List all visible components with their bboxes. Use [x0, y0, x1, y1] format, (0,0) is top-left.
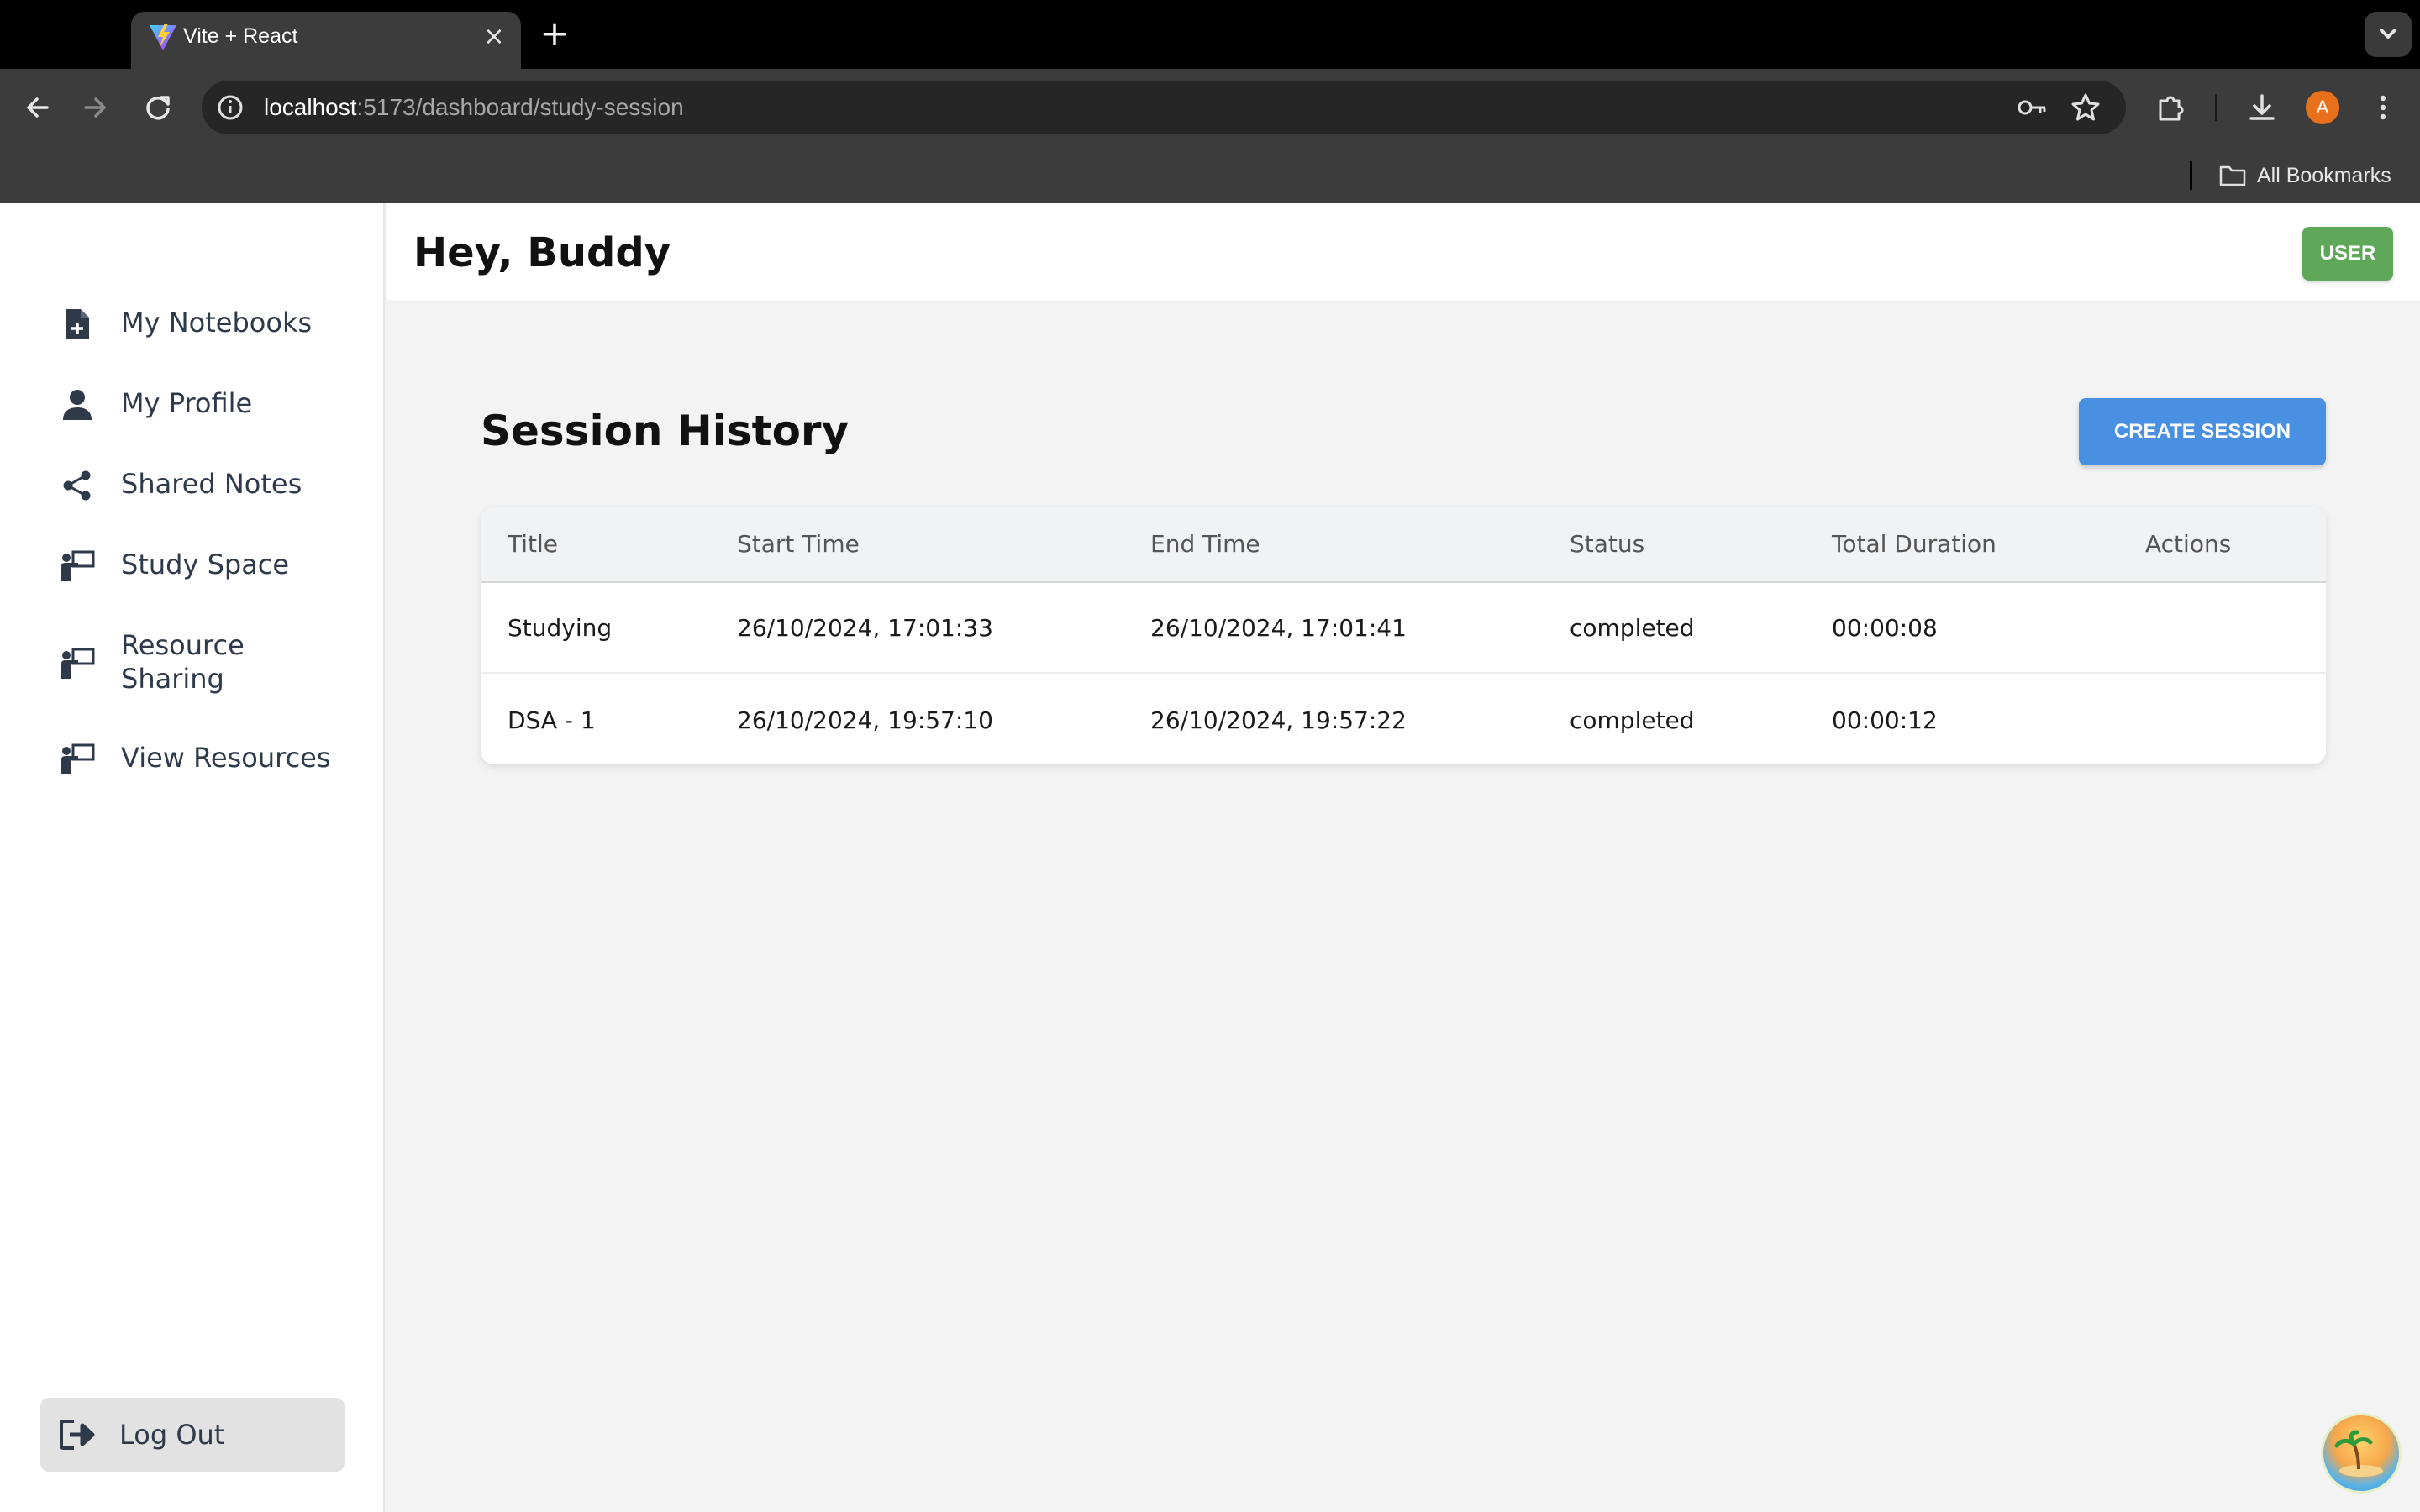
sidebar-item-view-resources[interactable]: View Resources — [59, 741, 331, 778]
cell-end-time: 26/10/2024, 17:01:41 — [1150, 614, 1407, 642]
teacher-board-icon — [59, 741, 96, 778]
sidebar-item-label: Shared Notes — [121, 468, 302, 500]
sidebar-item-shared-notes[interactable]: Shared Notes — [59, 467, 302, 504]
sidebar-item-label: My Profile — [121, 387, 253, 419]
site-info-icon[interactable] — [212, 89, 249, 126]
sidebar-item-resource-sharing[interactable]: Resource Sharing — [59, 628, 255, 696]
cell-status: completed — [1570, 706, 1695, 734]
forward-arrow-icon[interactable] — [76, 87, 116, 128]
tab-search-button[interactable] — [2365, 12, 2412, 57]
sidebar-item-label: My Notebooks — [121, 307, 313, 339]
table-header: Title Start Time End Time Status Total D… — [481, 507, 2326, 583]
reload-icon[interactable] — [138, 87, 178, 128]
table-row: Studying 26/10/2024, 17:01:33 26/10/2024… — [481, 583, 2326, 674]
chevron-down-icon — [2380, 29, 2396, 39]
teacher-board-icon — [59, 548, 96, 585]
floating-avatar-badge[interactable] — [2321, 1413, 2402, 1494]
notebook-add-icon — [59, 306, 96, 343]
sidebar-item-study-space[interactable]: Study Space — [59, 548, 289, 585]
bookmark-star-icon[interactable] — [2067, 89, 2104, 126]
sidebar-item-my-profile[interactable]: My Profile — [59, 386, 252, 423]
logout-icon — [59, 1416, 96, 1453]
column-header-end-time: End Time — [1150, 530, 1260, 558]
password-key-icon[interactable] — [2013, 89, 2050, 126]
cell-start-time: 26/10/2024, 17:01:33 — [737, 614, 993, 642]
palm-island-icon — [2334, 1430, 2383, 1477]
tab-title: Vite + React — [183, 24, 298, 48]
sidebar-item-my-notebooks[interactable]: My Notebooks — [59, 306, 312, 343]
sidebar-item-label: Resource Sharing — [121, 629, 245, 695]
teacher-board-icon — [59, 645, 96, 682]
cell-total-duration: 00:00:08 — [1832, 614, 1938, 642]
url-host: localhost — [264, 94, 357, 120]
session-history-table: Title Start Time End Time Status Total D… — [481, 507, 2326, 764]
toolbar-divider — [2215, 94, 2217, 121]
profile-avatar[interactable]: A — [2306, 91, 2339, 124]
more-options-icon[interactable] — [2365, 89, 2402, 126]
cell-title: Studying — [508, 614, 613, 642]
column-header-actions: Actions — [2145, 530, 2232, 558]
sidebar-item-label: View Resources — [121, 742, 331, 774]
column-header-title: Title — [508, 530, 559, 558]
back-arrow-icon[interactable] — [17, 87, 57, 128]
bookmarks-divider — [2190, 161, 2192, 190]
download-icon[interactable] — [2244, 89, 2281, 126]
logout-button[interactable]: Log Out — [40, 1398, 345, 1472]
folder-icon — [2219, 165, 2246, 186]
create-session-button[interactable]: CREATE SESSION — [2079, 398, 2326, 465]
page-title: Session History — [481, 407, 850, 455]
cell-end-time: 26/10/2024, 19:57:22 — [1150, 706, 1407, 734]
cell-title: DSA - 1 — [508, 706, 596, 734]
user-role-button[interactable]: USER — [2302, 227, 2393, 281]
column-header-start-time: Start Time — [737, 530, 860, 558]
column-header-status: Status — [1570, 530, 1645, 558]
greeting-title: Hey, Buddy — [413, 229, 671, 276]
cell-status: completed — [1570, 614, 1695, 642]
extensions-puzzle-icon[interactable] — [2153, 89, 2190, 126]
vite-favicon-icon — [150, 24, 176, 50]
cell-total-duration: 00:00:12 — [1832, 706, 1938, 734]
cell-start-time: 26/10/2024, 19:57:10 — [737, 706, 993, 734]
sidebar-item-label: Study Space — [121, 549, 290, 580]
browser-tab-strip: Vite + React × + — [0, 0, 2420, 69]
all-bookmarks-label: All Bookmarks — [2257, 163, 2391, 187]
sidebar: My Notebooks My Profile Shared Notes Stu… — [0, 203, 385, 1512]
all-bookmarks-button[interactable]: All Bookmarks — [2218, 160, 2391, 192]
table-row: DSA - 1 26/10/2024, 19:57:10 26/10/2024,… — [481, 675, 2326, 764]
tab-close-icon[interactable]: × — [479, 22, 509, 52]
url-path: :5173/dashboard/study-session — [356, 94, 684, 120]
column-header-total-duration: Total Duration — [1832, 530, 1996, 558]
person-icon — [59, 386, 96, 423]
app-header: Hey, Buddy USER — [387, 203, 2420, 302]
logout-label: Log Out — [119, 1419, 225, 1451]
url-text[interactable]: localhost:5173/dashboard/study-session — [264, 91, 684, 124]
share-icon — [59, 467, 96, 504]
new-tab-icon[interactable]: + — [538, 15, 571, 52]
browser-tab-active[interactable]: Vite + React × — [131, 12, 521, 69]
